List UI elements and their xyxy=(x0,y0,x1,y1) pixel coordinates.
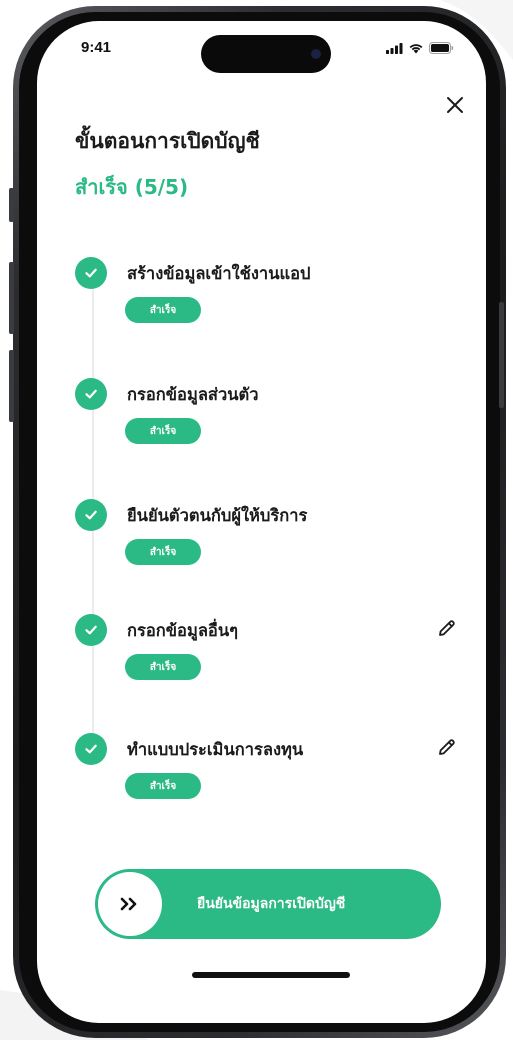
status-badge: สำเร็จ xyxy=(125,773,201,799)
power-button xyxy=(499,302,504,408)
volume-down-button xyxy=(9,350,14,422)
edit-other-info-button[interactable] xyxy=(433,614,461,642)
dynamic-island xyxy=(201,35,331,73)
step-label: ยืนยันตัวตนกับผู้ให้บริการ xyxy=(127,506,308,525)
check-circle-icon xyxy=(75,378,107,410)
confirm-button-label: ยืนยันข้อมูลการเปิดบัญชี xyxy=(197,896,346,912)
status-icons xyxy=(386,42,454,54)
silent-switch xyxy=(9,188,14,222)
step-label: กรอกข้อมูลอื่นๆ xyxy=(127,621,238,640)
step-label: กรอกข้อมูลส่วนตัว xyxy=(127,385,259,404)
check-circle-icon xyxy=(75,733,107,765)
status-time: 9:41 xyxy=(81,39,112,56)
status-badge: สำเร็จ xyxy=(125,297,201,323)
step-identity-verification: ยืนยันตัวตนกับผู้ให้บริการ สำเร็จ xyxy=(75,499,475,569)
home-indicator xyxy=(192,972,350,978)
check-circle-icon xyxy=(75,614,107,646)
status-badge: สำเร็จ xyxy=(125,539,201,565)
phone-screen: 9:41 ขั้นตอนการเปิดบัญชี สำเร็จ (5/5) สร… xyxy=(37,21,486,1023)
double-chevron-right-icon xyxy=(120,897,137,911)
step-personal-info: กรอกข้อมูลส่วนตัว สำเร็จ xyxy=(75,378,475,448)
step-create-login: สร้างข้อมูลเข้าใช้งานแอป สำเร็จ xyxy=(75,257,475,327)
wifi-icon xyxy=(409,44,423,54)
page-title: ขั้นตอนการเปิดบัญชี xyxy=(75,129,260,153)
front-camera xyxy=(311,49,321,59)
pencil-icon xyxy=(439,739,455,755)
step-investment-assessment: ทำแบบประเมินการลงทุน สำเร็จ xyxy=(75,733,475,803)
status-badge: สำเร็จ xyxy=(125,418,201,444)
step-label: ทำแบบประเมินการลงทุน xyxy=(127,740,304,759)
volume-up-button xyxy=(9,262,14,334)
close-icon xyxy=(447,97,463,113)
close-button[interactable] xyxy=(441,91,469,119)
slider-knob[interactable] xyxy=(98,872,162,936)
progress-status: สำเร็จ (5/5) xyxy=(75,175,189,199)
battery-icon xyxy=(429,42,454,54)
pencil-icon xyxy=(439,620,455,636)
edit-assessment-button[interactable] xyxy=(433,733,461,761)
confirm-account-opening-slider[interactable]: ยืนยันข้อมูลการเปิดบัญชี xyxy=(95,869,441,939)
check-circle-icon xyxy=(75,257,107,289)
step-label: สร้างข้อมูลเข้าใช้งานแอป xyxy=(127,264,311,283)
check-circle-icon xyxy=(75,499,107,531)
cellular-signal-icon xyxy=(386,42,403,54)
status-badge: สำเร็จ xyxy=(125,654,201,680)
step-other-info: กรอกข้อมูลอื่นๆ สำเร็จ xyxy=(75,614,475,684)
